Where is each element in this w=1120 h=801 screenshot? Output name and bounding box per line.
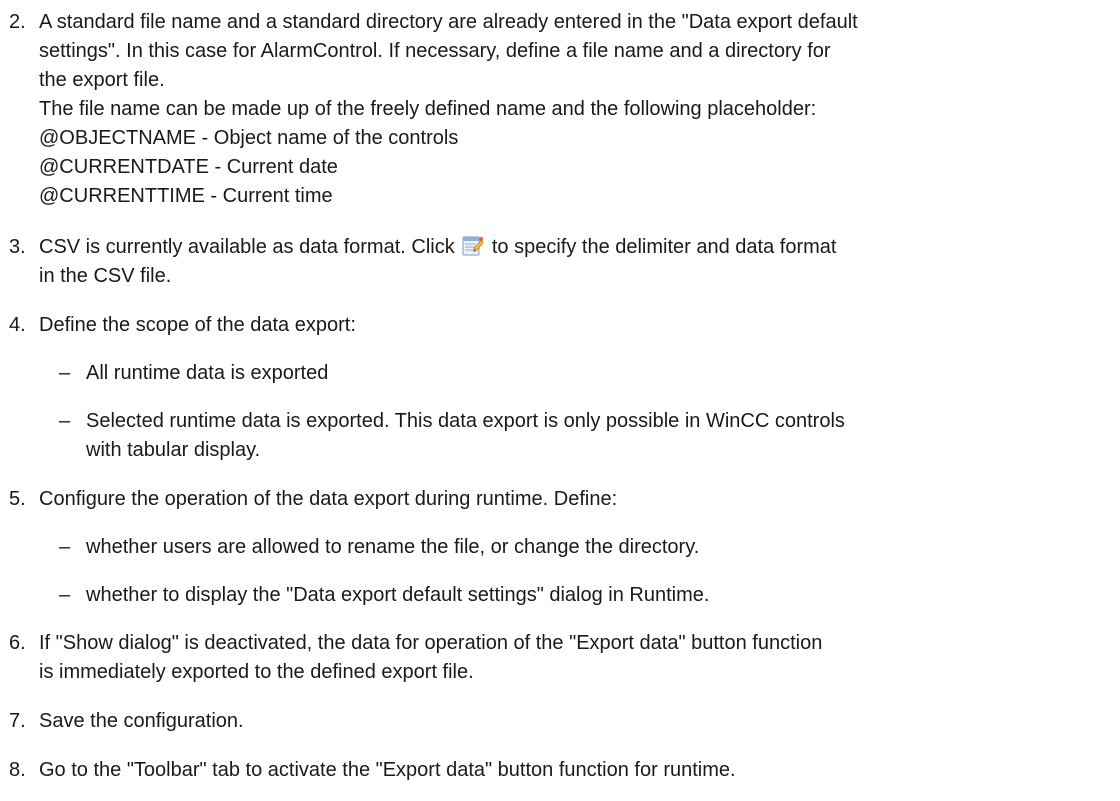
step-text-line: Configure the operation of the data expo… (39, 488, 618, 510)
csv-settings-icon (462, 235, 484, 257)
step-text-line: the export file. (39, 69, 165, 91)
step-text-line: is immediately exported to the defined e… (39, 661, 474, 683)
step-text-line: in the CSV file. (39, 265, 172, 287)
step-5: 5. Configure the operation of the data e… (0, 485, 1120, 514)
step-text-after-icon: to specify the delimiter and data format (491, 236, 837, 258)
dash-bullet: – (59, 536, 71, 558)
bullet-item: – All runtime data is exported (0, 359, 1120, 388)
bullet-text: All runtime data is exported (86, 362, 329, 384)
step-number: 3. (9, 236, 26, 258)
placeholder-currenttime: @CURRENTTIME - Current time (39, 185, 333, 207)
placeholder-currentdate: @CURRENTDATE - Current date (39, 156, 338, 178)
bullet-text: whether to display the "Data export defa… (86, 584, 710, 606)
dash-bullet: – (59, 410, 71, 432)
step-4: 4. Define the scope of the data export: (0, 311, 1120, 340)
step-6: 6. If "Show dialog" is deactivated, the … (0, 629, 1120, 687)
step-8: 8. Go to the "Toolbar" tab to activate t… (0, 756, 1120, 785)
bullet-item: – Selected runtime data is exported. Thi… (0, 407, 1120, 465)
step-number: 2. (9, 11, 26, 33)
step-text-line: A standard file name and a standard dire… (39, 11, 858, 33)
step-number: 6. (9, 632, 26, 654)
step-number: 7. (9, 710, 26, 732)
step-number: 5. (9, 488, 26, 510)
placeholder-objectname: @OBJECTNAME - Object name of the control… (39, 127, 459, 149)
step-text-line: The file name can be made up of the free… (39, 98, 817, 120)
step-7: 7. Save the configuration. (0, 707, 1120, 736)
bullet-item: – whether users are allowed to rename th… (0, 533, 1120, 562)
step-text-before-icon: CSV is currently available as data forma… (39, 236, 455, 258)
step-text-line: Save the configuration. (39, 710, 244, 732)
step-2: 2. A standard file name and a standard d… (0, 8, 1120, 211)
dash-bullet: – (59, 362, 71, 384)
bullet-text: with tabular display. (86, 439, 261, 461)
step-text-line: settings". In this case for AlarmControl… (39, 40, 831, 62)
step-text-line: CSV is currently available as data forma… (39, 233, 1120, 262)
step-text-line: If "Show dialog" is deactivated, the dat… (39, 632, 823, 654)
step-3: 3. CSV is currently available as data fo… (0, 233, 1120, 291)
dash-bullet: – (59, 584, 71, 606)
bullet-item: – whether to display the "Data export de… (0, 581, 1120, 610)
bullet-text: Selected runtime data is exported. This … (86, 410, 845, 432)
step-number: 8. (9, 759, 26, 781)
step-number: 4. (9, 314, 26, 336)
step-text-line: Define the scope of the data export: (39, 314, 356, 336)
bullet-text: whether users are allowed to rename the … (86, 536, 700, 558)
step-text-line: Go to the "Toolbar" tab to activate the … (39, 759, 736, 781)
